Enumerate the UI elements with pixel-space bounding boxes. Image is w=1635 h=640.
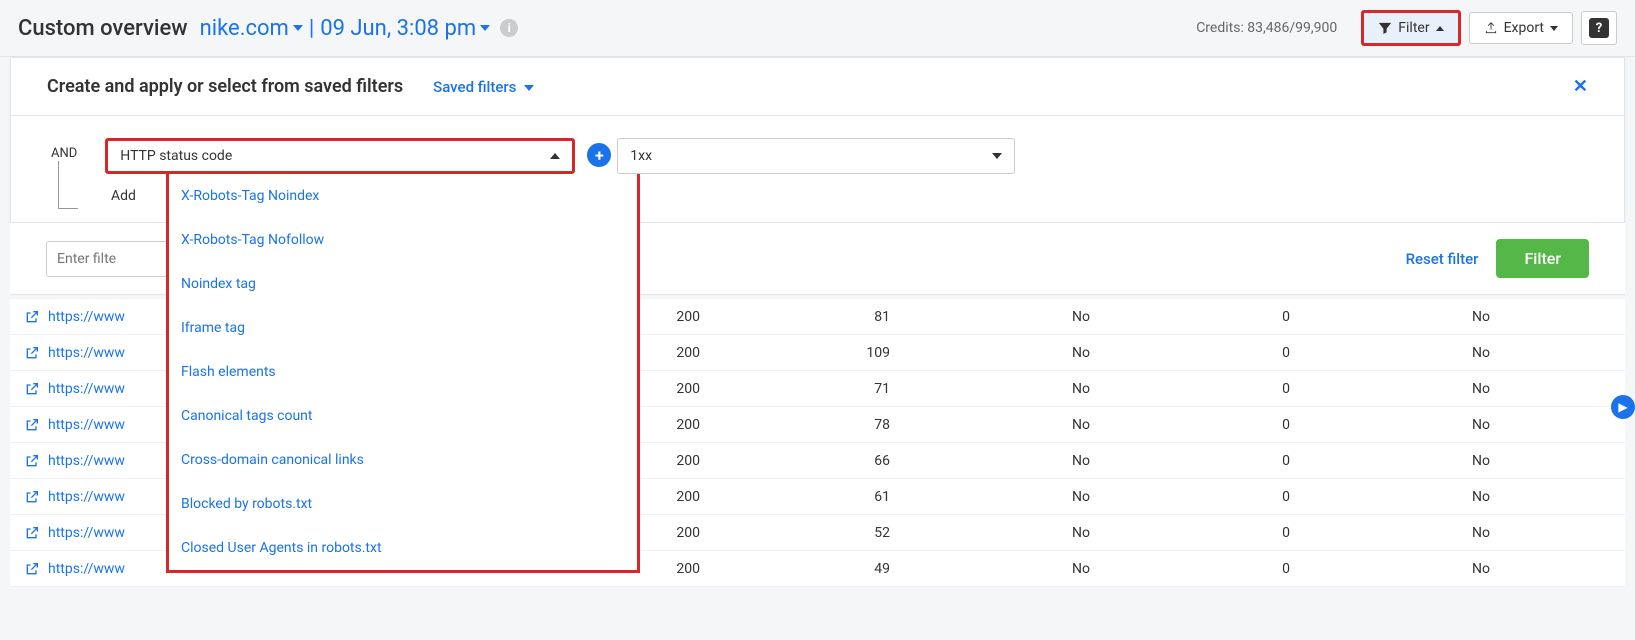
- chevron-up-icon: [550, 153, 560, 159]
- chevron-down-icon: [1550, 26, 1558, 31]
- value-cell: 52: [730, 525, 920, 541]
- help-button[interactable]: ?: [1581, 11, 1617, 45]
- col-a-cell: No: [920, 309, 1120, 325]
- export-button[interactable]: Export: [1469, 12, 1573, 44]
- value-cell: 71: [730, 381, 920, 397]
- condition-value-text: 1xx: [630, 148, 992, 164]
- filter-panel-title: Create and apply or select from saved fi…: [47, 76, 403, 97]
- close-icon[interactable]: ✕: [1573, 76, 1588, 97]
- external-link-icon: [24, 561, 40, 577]
- filter-button-label: Filter: [1398, 20, 1429, 36]
- col-b-cell: 0: [1120, 381, 1320, 397]
- condition-field-value: HTTP status code: [120, 148, 550, 164]
- crawl-date[interactable]: 09 Jun, 3:08 pm: [320, 16, 476, 41]
- col-a-cell: No: [920, 453, 1120, 469]
- col-a-cell: No: [920, 489, 1120, 505]
- external-link-icon: [24, 453, 40, 469]
- col-b-cell: 0: [1120, 309, 1320, 325]
- dropdown-item[interactable]: Flash elements: [169, 350, 637, 394]
- add-condition-button[interactable]: +: [587, 143, 611, 167]
- filter-condition-row: AND HTTP status code + 1xx: [11, 116, 1624, 182]
- info-icon[interactable]: i: [500, 19, 518, 37]
- external-link-icon: [24, 525, 40, 541]
- col-c-cell: No: [1320, 345, 1520, 361]
- external-link-icon: [24, 345, 40, 361]
- col-c-cell: No: [1320, 561, 1520, 577]
- dropdown-item[interactable]: Cross-domain canonical links: [169, 438, 637, 482]
- chevron-down-icon[interactable]: [480, 25, 490, 31]
- external-link-icon: [24, 381, 40, 397]
- col-c-cell: No: [1320, 417, 1520, 433]
- dropdown-item[interactable]: Closed User Agents in robots.txt: [169, 526, 637, 570]
- col-c-cell: No: [1320, 309, 1520, 325]
- col-b-cell: 0: [1120, 561, 1320, 577]
- col-b-cell: 0: [1120, 453, 1320, 469]
- divider: |: [309, 16, 314, 41]
- dropdown-item[interactable]: X-Robots-Tag Nofollow: [169, 218, 637, 262]
- dropdown-item[interactable]: Iframe tag: [169, 306, 637, 350]
- col-c-cell: No: [1320, 489, 1520, 505]
- bracket-line: [58, 161, 78, 209]
- value-cell: 81: [730, 309, 920, 325]
- value-cell: 61: [730, 489, 920, 505]
- chevron-up-icon: [1436, 26, 1444, 31]
- export-icon: [1484, 21, 1498, 35]
- value-cell: 49: [730, 561, 920, 577]
- and-operator-label: AND: [51, 138, 77, 161]
- credits-label: Credits: 83,486/99,900: [1196, 20, 1337, 36]
- condition-field-select[interactable]: HTTP status code: [105, 138, 575, 174]
- export-button-label: Export: [1504, 20, 1544, 36]
- col-c-cell: No: [1320, 525, 1520, 541]
- col-c-cell: No: [1320, 381, 1520, 397]
- condition-dropdown: X-Robots-Tag Noindex X-Robots-Tag Nofoll…: [166, 174, 640, 573]
- col-a-cell: No: [920, 381, 1120, 397]
- col-a-cell: No: [920, 561, 1120, 577]
- value-cell: 109: [730, 345, 920, 361]
- funnel-icon: [1378, 21, 1392, 35]
- value-cell: 66: [730, 453, 920, 469]
- side-expand-icon[interactable]: ▶: [1611, 395, 1635, 419]
- page-title: Custom overview: [18, 16, 188, 41]
- col-c-cell: No: [1320, 453, 1520, 469]
- col-a-cell: No: [920, 345, 1120, 361]
- dropdown-item[interactable]: Noindex tag: [169, 262, 637, 306]
- chevron-down-icon[interactable]: [293, 25, 303, 31]
- dropdown-item[interactable]: Blocked by robots.txt: [169, 482, 637, 526]
- filter-panel-header: Create and apply or select from saved fi…: [11, 58, 1624, 116]
- col-b-cell: 0: [1120, 525, 1320, 541]
- chevron-down-icon: [524, 85, 534, 91]
- page-header: Custom overview nike.com | 09 Jun, 3:08 …: [0, 0, 1635, 57]
- col-b-cell: 0: [1120, 345, 1320, 361]
- saved-filters-link[interactable]: Saved filters: [433, 78, 534, 96]
- apply-filter-button[interactable]: Filter: [1496, 239, 1589, 278]
- filter-button[interactable]: Filter: [1361, 10, 1460, 46]
- site-domain[interactable]: nike.com: [200, 16, 289, 41]
- external-link-icon: [24, 417, 40, 433]
- condition-value-select[interactable]: 1xx: [617, 138, 1015, 174]
- reset-filter-link[interactable]: Reset filter: [1406, 250, 1479, 268]
- col-b-cell: 0: [1120, 417, 1320, 433]
- external-link-icon: [24, 309, 40, 325]
- dropdown-item[interactable]: Canonical tags count: [169, 394, 637, 438]
- col-b-cell: 0: [1120, 489, 1320, 505]
- chevron-down-icon: [992, 153, 1002, 159]
- external-link-icon: [24, 489, 40, 505]
- help-icon: ?: [1589, 18, 1609, 38]
- value-cell: 78: [730, 417, 920, 433]
- dropdown-item[interactable]: X-Robots-Tag Noindex: [169, 174, 637, 218]
- col-a-cell: No: [920, 417, 1120, 433]
- col-a-cell: No: [920, 525, 1120, 541]
